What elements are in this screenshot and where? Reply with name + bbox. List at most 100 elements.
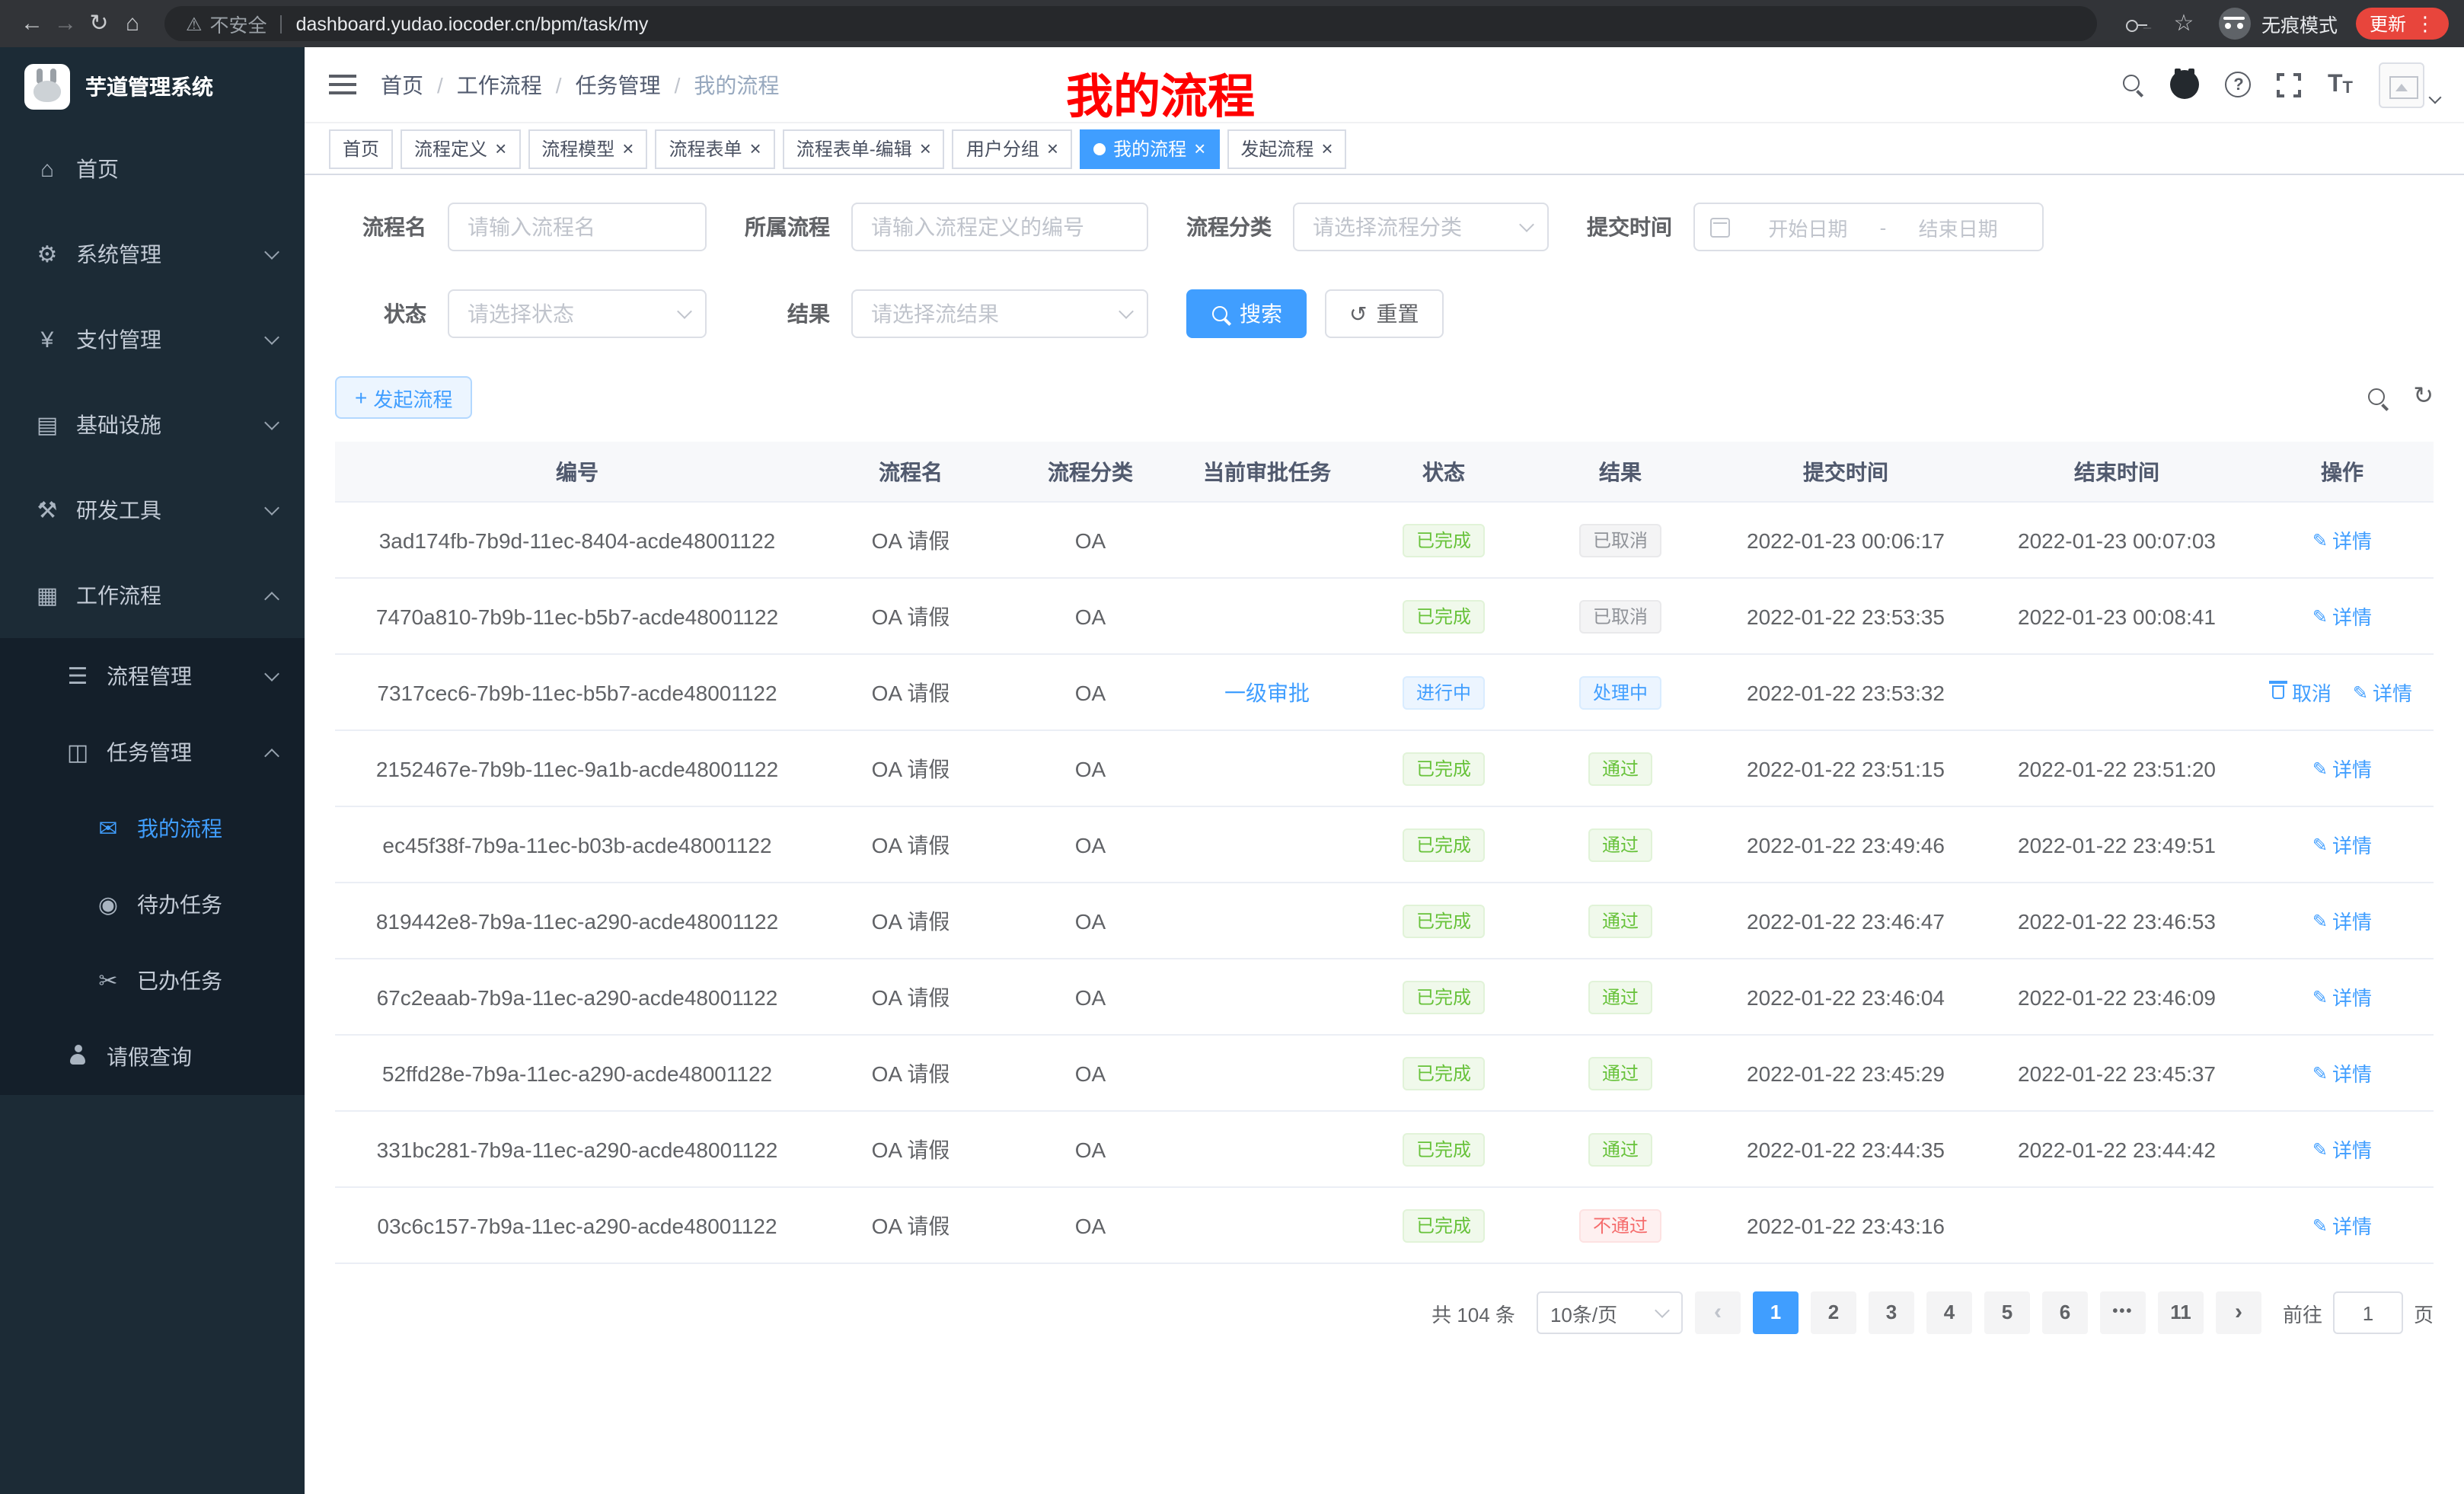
date-start-placeholder[interactable]: 开始日期	[1739, 212, 1877, 241]
tab-my-process[interactable]: 我的流程 ×	[1080, 129, 1219, 168]
page-button-6[interactable]: 6	[2042, 1291, 2088, 1334]
close-icon[interactable]: ×	[495, 139, 506, 158]
cell-submit-time: 2022-01-23 00:06:17	[1709, 503, 1983, 579]
detail-link[interactable]: ✎详情	[2312, 602, 2372, 630]
user-menu[interactable]	[2379, 62, 2440, 107]
reset-button[interactable]: ↺ 重置	[1325, 289, 1443, 338]
detail-link[interactable]: ✎详情	[2312, 1211, 2372, 1240]
address-bar[interactable]: ⚠ 不安全 dashboard.yudao.iocoder.cn/bpm/tas…	[164, 6, 2097, 41]
breadcrumb: 首页 / 工作流程 / 任务管理 / 我的流程	[381, 69, 779, 100]
incognito-badge[interactable]: 无痕模式	[2219, 8, 2338, 40]
breadcrumb-workflow[interactable]: 工作流程	[457, 69, 542, 100]
reload-icon[interactable]: ↻	[82, 0, 116, 47]
close-icon[interactable]: ×	[1194, 139, 1205, 158]
sidebar-item-todo-tasks[interactable]: ◉ 待办任务	[0, 867, 305, 943]
tab-process-form[interactable]: 流程表单 ×	[655, 129, 774, 168]
detail-link[interactable]: ✎详情	[2312, 1135, 2372, 1164]
browser-menu-icon[interactable]: ⋮	[2415, 14, 2435, 34]
page-button-2[interactable]: 2	[1811, 1291, 1856, 1334]
detail-link[interactable]: ✎详情	[2312, 1058, 2372, 1087]
result-tag: 通过	[1588, 1056, 1652, 1090]
next-page-button[interactable]: ›	[2216, 1291, 2261, 1334]
page-size-select[interactable]: 10条/页	[1537, 1291, 1683, 1334]
detail-link[interactable]: ✎详情	[2312, 525, 2372, 554]
goto-page-input[interactable]	[2333, 1291, 2403, 1334]
page-button-4[interactable]: 4	[1926, 1291, 1972, 1334]
cell-end-time: 2022-01-22 23:49:51	[1983, 807, 2251, 883]
col-header-actions: 操作	[2251, 442, 2434, 503]
close-icon[interactable]: ×	[750, 139, 761, 158]
tab-start-process[interactable]: 发起流程 ×	[1227, 129, 1346, 168]
app-logo-row[interactable]: 芋道管理系统	[0, 47, 305, 126]
page-button-11[interactable]: 11	[2158, 1291, 2204, 1334]
tab-process-definition[interactable]: 流程定义 ×	[401, 129, 520, 168]
sidebar-item-infrastructure[interactable]: ▤ 基础设施	[0, 382, 305, 468]
prev-page-button[interactable]: ‹	[1695, 1291, 1741, 1334]
status-label: 状态	[335, 298, 426, 329]
toggle-search-icon[interactable]	[2366, 386, 2389, 409]
category-select[interactable]	[1293, 203, 1549, 251]
avatar[interactable]	[2379, 62, 2424, 107]
cancel-link[interactable]: 取消	[2272, 678, 2332, 707]
table-row: 03c6c157-7b9a-11ec-a290-acde48001122 OA …	[335, 1188, 2434, 1264]
edit-icon: ✎	[2312, 607, 2328, 625]
font-size-icon[interactable]: TT	[2328, 72, 2353, 97]
url-text[interactable]: dashboard.yudao.iocoder.cn/bpm/task/my	[296, 13, 649, 34]
date-end-placeholder[interactable]: 结束日期	[1889, 212, 2027, 241]
process-name-input[interactable]	[448, 203, 707, 251]
table-row: 67c2eaab-7b9a-11ec-a290-acde48001122 OA …	[335, 959, 2434, 1036]
security-label[interactable]: 不安全	[210, 9, 267, 38]
current-task-link[interactable]: 一级审批	[1224, 677, 1310, 707]
annotation-text: 我的流程	[1066, 58, 1255, 126]
sidebar-item-payment[interactable]: ¥ 支付管理	[0, 297, 305, 382]
detail-link[interactable]: ✎详情	[2312, 906, 2372, 935]
sidebar-item-leave-query[interactable]: 请假查询	[0, 1019, 305, 1095]
page-button-1[interactable]: 1	[1753, 1291, 1799, 1334]
back-icon[interactable]: ←	[15, 0, 49, 47]
sidebar-item-my-process[interactable]: ✉ 我的流程	[0, 790, 305, 867]
tab-process-model[interactable]: 流程模型 ×	[528, 129, 647, 168]
sidebar-item-task-management[interactable]: ◫ 任务管理	[0, 714, 305, 790]
more-pages-button[interactable]: •••	[2100, 1291, 2146, 1334]
detail-link[interactable]: ✎详情	[2312, 754, 2372, 783]
tab-user-group[interactable]: 用户分组 ×	[953, 129, 1072, 168]
breadcrumb-task-management[interactable]: 任务管理	[576, 69, 661, 100]
search-icon[interactable]	[2122, 73, 2145, 96]
start-process-button[interactable]: + 发起流程	[335, 376, 472, 419]
fullscreen-icon[interactable]	[2277, 72, 2302, 97]
close-icon[interactable]: ×	[1321, 139, 1333, 158]
search-button[interactable]: 搜索	[1186, 289, 1307, 338]
submit-time-label: 提交时间	[1587, 212, 1672, 242]
status-select[interactable]	[448, 289, 707, 338]
sidebar-item-workflow[interactable]: ▦ 工作流程	[0, 553, 305, 638]
sidebar-item-home[interactable]: ⌂ 首页	[0, 126, 305, 212]
detail-link[interactable]: ✎详情	[2353, 678, 2412, 707]
browser-home-icon[interactable]: ⌂	[116, 0, 149, 47]
tab-home[interactable]: 首页	[329, 129, 393, 168]
date-range-picker[interactable]: 开始日期 - 结束日期	[1693, 203, 2044, 251]
sidebar-item-system[interactable]: ⚙ 系统管理	[0, 212, 305, 297]
tab-process-form-edit[interactable]: 流程表单-编辑 ×	[783, 129, 945, 168]
detail-link[interactable]: ✎详情	[2312, 982, 2372, 1011]
update-button[interactable]: 更新 ⋮	[2356, 8, 2449, 40]
star-icon[interactable]: ☆	[2167, 0, 2201, 47]
close-icon[interactable]: ×	[1047, 139, 1058, 158]
sidebar-item-devtools[interactable]: ⚒ 研发工具	[0, 468, 305, 553]
process-definition-input[interactable]	[851, 203, 1148, 251]
page-button-5[interactable]: 5	[1984, 1291, 2030, 1334]
sidebar-toggle-icon[interactable]	[329, 73, 356, 96]
cell-submit-time: 2022-01-22 23:49:46	[1709, 807, 1983, 883]
key-icon[interactable]	[2124, 11, 2149, 36]
breadcrumb-home[interactable]: 首页	[381, 69, 423, 100]
help-icon[interactable]: ?	[2226, 72, 2252, 97]
forward-icon[interactable]: →	[49, 0, 82, 47]
sidebar-item-process-management[interactable]: ☰ 流程管理	[0, 638, 305, 714]
refresh-icon[interactable]: ↻	[2413, 385, 2434, 410]
github-icon[interactable]	[2171, 70, 2200, 99]
close-icon[interactable]: ×	[920, 139, 931, 158]
detail-link[interactable]: ✎详情	[2312, 830, 2372, 859]
result-select[interactable]	[851, 289, 1148, 338]
close-icon[interactable]: ×	[622, 139, 634, 158]
page-button-3[interactable]: 3	[1869, 1291, 1914, 1334]
sidebar-item-done-tasks[interactable]: ✂ 已办任务	[0, 943, 305, 1019]
